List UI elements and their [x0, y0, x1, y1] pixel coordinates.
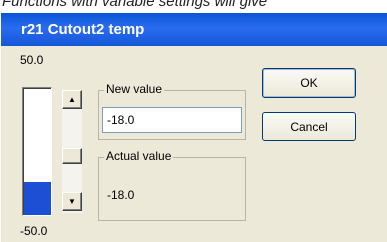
scroll-down-button[interactable]: ▼	[62, 192, 82, 211]
up-arrow-icon: ▲	[68, 95, 76, 104]
dialog-window: r21 Cutout2 temp 50.0 -50.0 ▲ ▼ New valu…	[1, 13, 387, 242]
scale-max-label: 50.0	[20, 53, 44, 67]
level-gauge	[22, 87, 52, 216]
dialog-title: r21 Cutout2 temp	[21, 21, 145, 38]
cancel-button[interactable]: Cancel	[262, 112, 356, 141]
down-arrow-icon: ▼	[68, 197, 76, 206]
scroll-up-button[interactable]: ▲	[62, 90, 82, 109]
gauge-fill	[24, 181, 51, 215]
ok-button[interactable]: OK	[262, 68, 356, 98]
new-value-legend: New value	[104, 82, 165, 96]
scale-min-label: -50.0	[20, 224, 48, 238]
scroll-thumb[interactable]	[62, 148, 82, 164]
dialog-titlebar[interactable]: r21 Cutout2 temp	[1, 13, 387, 46]
actual-value-legend: Actual value	[104, 149, 174, 163]
actual-value-text: -18.0	[107, 188, 135, 202]
top-caption: Functions with variable settings will gi…	[2, 0, 268, 10]
new-value-input[interactable]	[102, 107, 242, 133]
